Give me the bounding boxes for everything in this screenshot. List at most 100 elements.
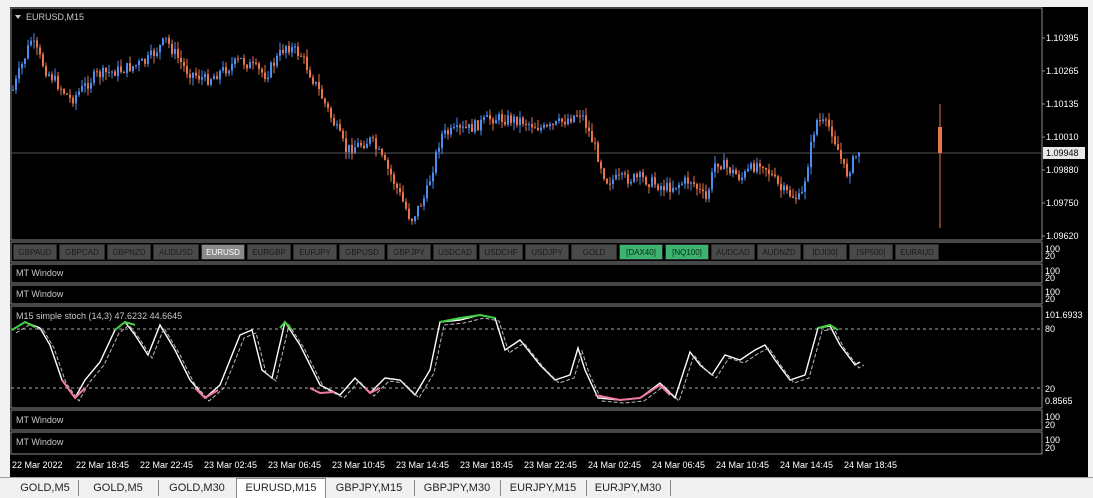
candle-body: [81, 85, 83, 92]
symbol-button-gbpaud[interactable]: GBPAUD: [13, 244, 57, 260]
candle-body: [741, 177, 743, 180]
mt-window-1[interactable]: [10, 263, 1043, 284]
candle-body: [642, 172, 644, 178]
symbol-button-sp500[interactable]: [SP500]: [849, 244, 893, 260]
symbol-button-gold[interactable]: GOLD: [571, 244, 617, 260]
candle-body: [333, 117, 335, 126]
candle-body: [42, 54, 44, 67]
mt-window-3-scale-bottom: 20: [1045, 420, 1055, 430]
candle-body: [162, 38, 164, 45]
symbol-button-dji30[interactable]: [DJI30]: [803, 244, 847, 260]
mt-window-3[interactable]: [10, 409, 1043, 431]
symbol-button-usdcad[interactable]: USDCAD: [433, 244, 477, 260]
candle-body: [267, 77, 269, 80]
symbol-button-gbpcad[interactable]: GBPCAD: [59, 244, 105, 260]
candle-body: [87, 83, 89, 89]
candle-body: [552, 123, 554, 125]
candle-body: [270, 62, 272, 78]
mt-window-4[interactable]: [10, 431, 1043, 455]
candle-body: [795, 197, 797, 200]
symbol-button-euraud[interactable]: EURAUD: [895, 244, 939, 260]
candle-body: [759, 163, 761, 167]
candle-body: [609, 183, 611, 185]
chart-tab-gold-m5[interactable]: GOLD,M5: [78, 480, 159, 496]
candle-body: [357, 142, 359, 148]
price-chart[interactable]: EURUSD,M15 1.103951.102651.101351.100101…: [0, 0, 1093, 477]
symbol-button-eurgbp[interactable]: EURGBP: [247, 244, 291, 260]
symbol-button-usdjpy[interactable]: USDJPY: [525, 244, 569, 260]
candle-body: [804, 181, 806, 192]
chart-tab-eurjpy-m30[interactable]: EURJPY,M30: [586, 480, 671, 496]
candle-body: [45, 66, 47, 76]
candle-body: [207, 74, 209, 85]
chart-tab-gbpjpy-m30[interactable]: GBPJPY,M30: [414, 480, 501, 496]
candle-body: [435, 151, 437, 173]
price-tick-label: 1.10010: [1046, 132, 1079, 142]
symbol-button-audusd[interactable]: AUDUSD: [153, 244, 199, 260]
candle-body: [522, 117, 524, 124]
candle-body: [594, 142, 596, 144]
stoch-window[interactable]: [10, 305, 1043, 409]
price-tick-label: 1.10135: [1046, 99, 1079, 109]
stoch-scale-min: 0.8565: [1045, 396, 1073, 406]
time-axis: 22 Mar 2022 22 Mar 18:45 22 Mar 22:45 23 Ma…: [12, 460, 897, 470]
candle-body: [90, 82, 92, 89]
chart-tab-eurusd-m15[interactable]: EURUSD,M15: [236, 478, 326, 498]
candle-body: [339, 124, 341, 131]
candle-body: [495, 120, 497, 124]
candle-body: [111, 71, 113, 73]
symbol-button-eurusd[interactable]: EURUSD: [201, 244, 245, 260]
candle-body: [687, 177, 689, 184]
symbol-button-nq100[interactable]: [NQ100]: [665, 244, 709, 260]
candle-body: [834, 136, 836, 145]
candle-body: [735, 169, 737, 175]
candle-body: [777, 176, 779, 184]
candle-body: [12, 89, 14, 91]
candle-body: [264, 72, 266, 80]
candle-body: [858, 152, 860, 156]
candle-body: [18, 68, 20, 79]
candle-body: [228, 70, 230, 74]
chart-tab-gold-m5[interactable]: GOLD,M5: [12, 480, 79, 496]
symbol-button-audnzd[interactable]: AUDNZD: [757, 244, 801, 260]
candle-body: [789, 189, 791, 197]
candle-body: [99, 71, 101, 78]
candle-body: [684, 177, 686, 184]
symbol-button-gbpusd[interactable]: GBPUSD: [339, 244, 385, 260]
mt-window-2[interactable]: [10, 284, 1043, 305]
symbol-button-gbpjpy[interactable]: GBPJPY: [387, 244, 431, 260]
candle-body: [177, 48, 179, 58]
candle-body: [420, 205, 422, 207]
candle-body: [126, 63, 128, 74]
chart-tab-gbpjpy-m15[interactable]: GBPJPY,M15: [324, 480, 415, 496]
mt-window-2-label: MT Window: [16, 289, 64, 299]
symbol-button-dax40[interactable]: [DAX40]: [619, 244, 663, 260]
symbol-button-gbpnzd[interactable]: GBPNZD: [107, 244, 151, 260]
candle-body: [57, 75, 59, 90]
symbol-button-eurjpy[interactable]: EURJPY: [293, 244, 337, 260]
symbol-button-usdchf[interactable]: USDCHF: [479, 244, 523, 260]
candle-body: [492, 119, 494, 124]
chart-tab-gold-m30[interactable]: GOLD,M30: [158, 480, 237, 496]
candle-body: [183, 62, 185, 66]
chart-tab-eurjpy-m15[interactable]: EURJPY,M15: [500, 480, 587, 496]
candle-body: [408, 208, 410, 219]
candle-body: [747, 168, 749, 172]
symbol-button-audcad[interactable]: AUDCAD: [711, 244, 755, 260]
candle-body: [570, 118, 572, 123]
candle-body: [462, 126, 464, 128]
candle-body: [168, 37, 170, 44]
candle-body: [366, 143, 368, 149]
mt-window-2-scale-bottom: 20: [1045, 294, 1055, 304]
time-tick-label: 24 Mar 06:45: [652, 460, 705, 470]
candle-body: [39, 47, 41, 55]
candle-body: [621, 173, 623, 175]
candle-body: [129, 63, 131, 72]
candle-body: [819, 120, 821, 122]
candle-body: [273, 62, 275, 66]
candle-body: [798, 193, 800, 200]
candle-body: [222, 67, 224, 71]
candle-body: [639, 172, 641, 178]
candle-body: [189, 73, 191, 78]
candle-body: [219, 70, 221, 80]
